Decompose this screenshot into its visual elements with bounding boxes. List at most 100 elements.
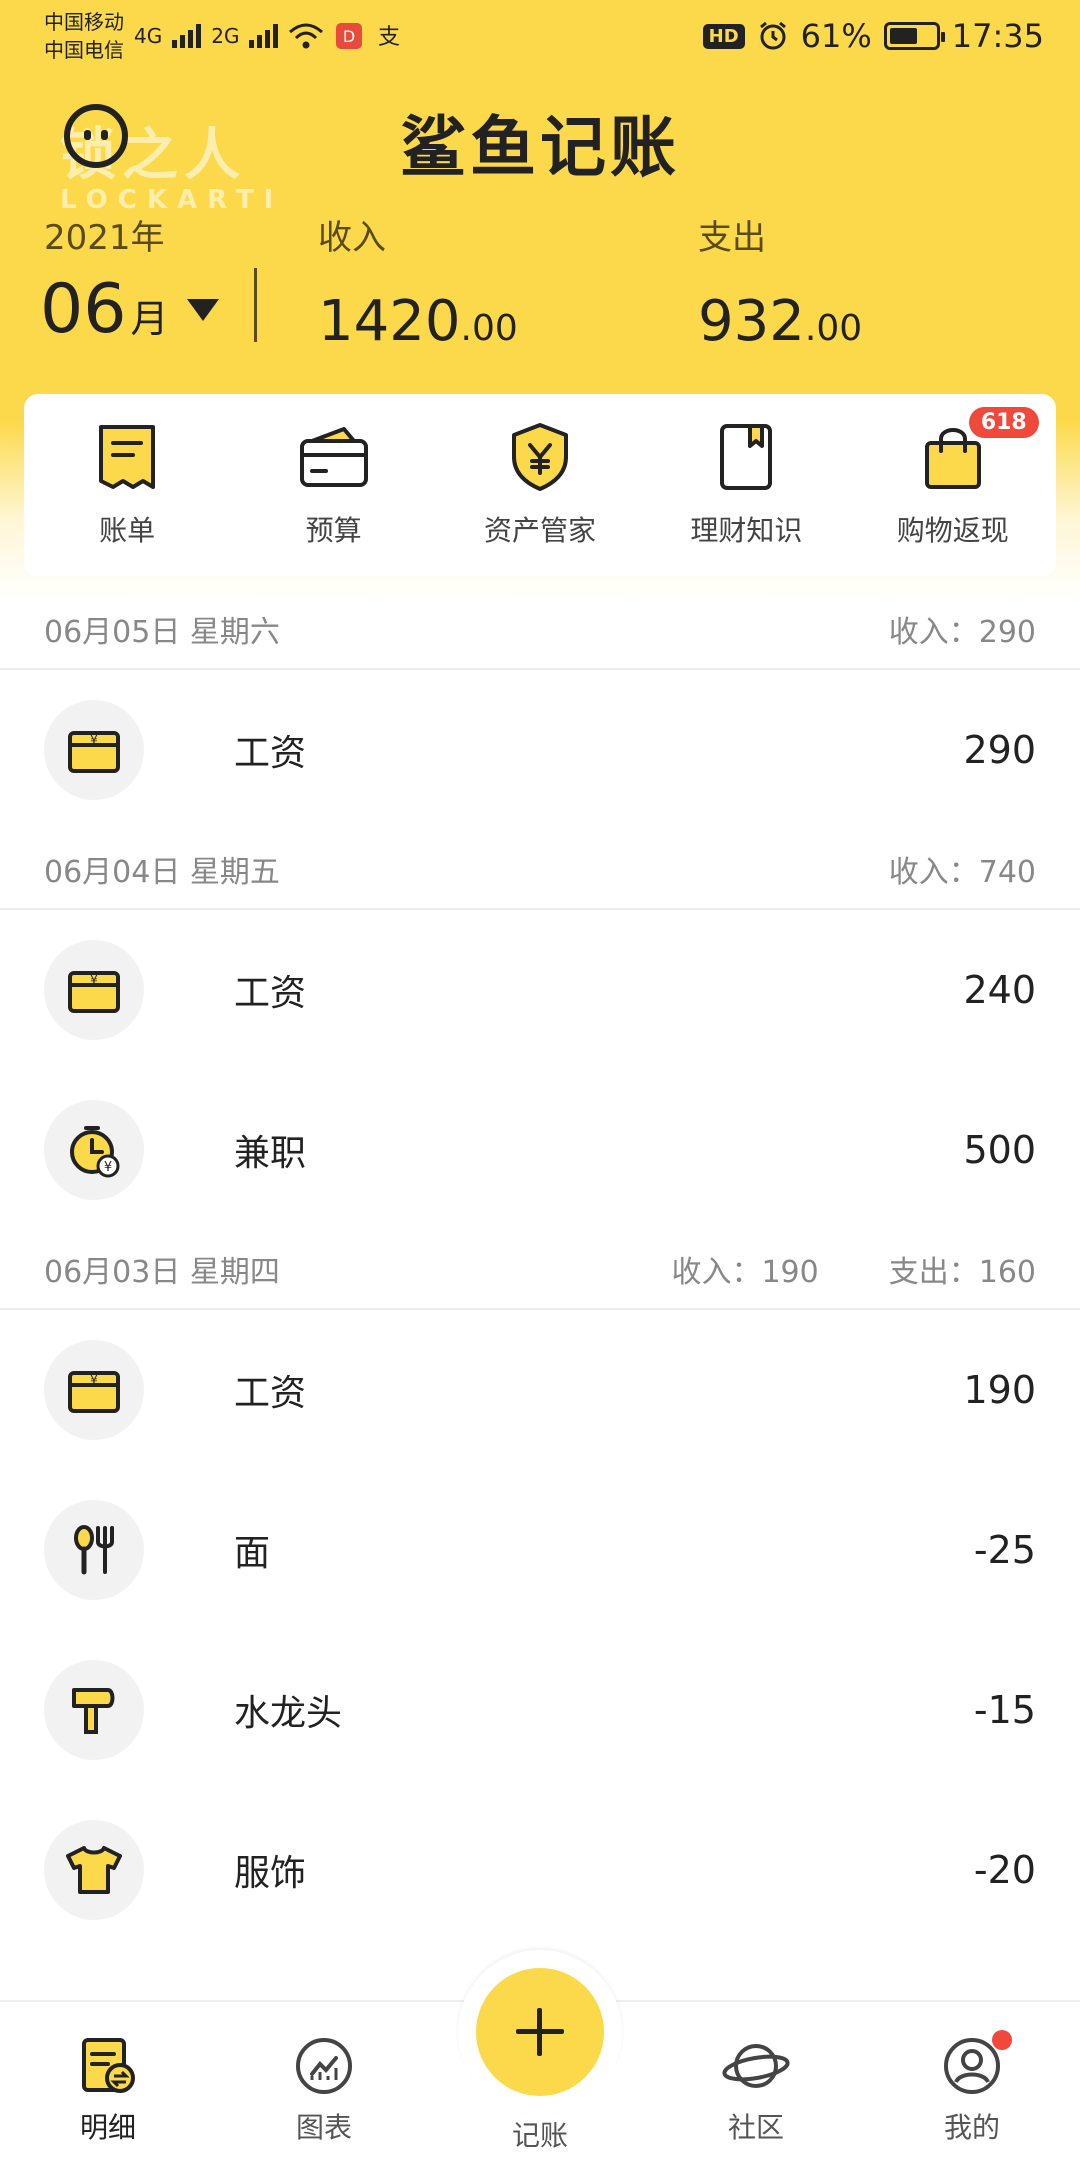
salary-icon: ¥ — [44, 1340, 144, 1440]
transaction-row[interactable]: ¥ 工资 190 — [0, 1310, 1080, 1470]
status-bar: 中国移动 中国电信 4G 2G D 支 HD 61% 17:35 — [0, 0, 1080, 72]
nav-community[interactable]: 社区 — [676, 2036, 836, 2146]
income-dec: .00 — [460, 308, 518, 349]
alarm-icon — [759, 21, 786, 50]
transaction-amount: -20 — [973, 1848, 1036, 1892]
nav-details[interactable]: 明细 — [28, 2036, 188, 2146]
quick-assets-label: 资产管家 — [483, 514, 596, 547]
quick-finance-knowledge-label: 理财知识 — [690, 514, 803, 547]
transaction-amount: -15 — [973, 1688, 1036, 1732]
salary-icon: ¥ — [44, 700, 144, 800]
app-title: 鲨鱼记账 — [400, 109, 680, 186]
transaction-amount: 290 — [963, 728, 1036, 772]
quick-shopping-cashback[interactable]: 618 购物返现 — [863, 407, 1043, 549]
tshirt-icon — [44, 1820, 144, 1920]
carriers: 中国移动 中国电信 — [44, 8, 124, 64]
month-number: 06 — [40, 270, 127, 349]
transaction-row[interactable]: ¥ 兼职 500 — [0, 1070, 1080, 1230]
quick-shopping-cashback-label: 购物返现 — [896, 514, 1009, 547]
income-summary: 收入 1420.00 — [318, 210, 518, 354]
plus-icon — [476, 1968, 604, 2096]
chart-icon — [296, 2038, 352, 2094]
transaction-amount: 500 — [963, 1128, 1036, 1172]
signal-icon — [172, 24, 202, 48]
nav-charts[interactable]: 图表 — [244, 2036, 404, 2146]
day-sums: 收入：740 — [889, 847, 1036, 891]
income-value: 1420.00 — [318, 289, 518, 354]
network-type-2: 2G — [211, 24, 240, 48]
expense-dec: .00 — [804, 308, 863, 349]
alipay-icon: 支 — [378, 25, 400, 50]
wallet-icon — [298, 421, 370, 493]
transaction-name: 工资 — [234, 1373, 307, 1414]
battery-percent: 61% — [800, 17, 872, 55]
day-header: 06月05日 星期六 收入：290 — [0, 590, 1080, 670]
quick-assets[interactable]: 资产管家 — [450, 421, 630, 549]
day-date: 06月04日 星期五 — [44, 855, 280, 890]
transaction-name: 服饰 — [234, 1853, 307, 1894]
year-label: 2021年 — [44, 218, 165, 258]
salary-icon: ¥ — [44, 940, 144, 1040]
battery-fill — [889, 28, 917, 44]
caret-down-icon — [186, 298, 219, 321]
details-icon — [82, 2038, 135, 2093]
day-income: 收入：740 — [888, 855, 1036, 890]
day-income: 收入：290 — [888, 615, 1036, 650]
transaction-list: 06月05日 星期六 收入：290 ¥ 工资 290 06月04日 星期五 收入… — [0, 590, 1080, 1950]
wifi-icon — [289, 23, 324, 49]
hd-icon: HD — [702, 23, 745, 49]
nav-community-label: 社区 — [727, 2111, 784, 2144]
day-date: 06月05日 星期六 — [44, 615, 280, 650]
transaction-amount: -25 — [973, 1528, 1036, 1572]
transaction-amount: 240 — [963, 968, 1036, 1012]
quick-menu: 账单 预算 资产管家 理财知识 618 购物返现 — [24, 394, 1056, 576]
month-unit: 月 — [130, 297, 169, 341]
income-int: 1420 — [318, 289, 461, 354]
quick-budget-label: 预算 — [305, 514, 362, 547]
expense-label: 支出 — [698, 218, 766, 258]
transaction-row[interactable]: 服饰 -20 — [0, 1790, 1080, 1950]
expense-int: 932 — [698, 289, 805, 354]
transaction-name: 兼职 — [234, 1133, 307, 1174]
network-type-1: 4G — [134, 24, 163, 48]
quick-bill[interactable]: 账单 — [37, 421, 217, 549]
day-header: 06月04日 星期五 收入：740 — [0, 830, 1080, 910]
status-left: 中国移动 中国电信 4G 2G D 支 — [44, 8, 404, 64]
status-right: HD 61% 17:35 — [702, 17, 1044, 55]
signal-icon — [249, 24, 279, 48]
day-expense: 支出：160 — [888, 1255, 1036, 1290]
app-notification-icon: D — [336, 23, 363, 49]
expense-summary: 支出 932.00 — [698, 210, 862, 354]
carrier-2: 中国电信 — [44, 38, 124, 62]
planet-icon — [722, 2044, 790, 2088]
nav-mine-label: 我的 — [943, 2111, 1000, 2144]
transaction-row[interactable]: 水龙头 -15 — [0, 1630, 1080, 1790]
cashback-badge: 618 — [968, 407, 1039, 438]
battery-icon — [883, 22, 945, 50]
nav-mine[interactable]: 我的 — [892, 2030, 1052, 2146]
transaction-row[interactable]: 面 -25 — [0, 1470, 1080, 1630]
transaction-row[interactable]: ¥ 工资 290 — [0, 670, 1080, 830]
shield-yen-icon — [504, 421, 576, 493]
nav-details-label: 明细 — [79, 2111, 136, 2144]
clock: 17:35 — [951, 17, 1044, 55]
transaction-name: 水龙头 — [234, 1693, 343, 1734]
quick-finance-knowledge[interactable]: 理财知识 — [656, 421, 836, 549]
month-picker[interactable]: 06 月 — [40, 270, 219, 349]
svg-text:¥: ¥ — [90, 733, 98, 747]
hammer-icon — [44, 1660, 144, 1760]
quick-budget[interactable]: 预算 — [244, 421, 424, 549]
transaction-row[interactable]: ¥ 工资 240 — [0, 910, 1080, 1070]
day-income: 收入：190 — [671, 1255, 819, 1290]
svg-text:¥: ¥ — [90, 973, 98, 987]
expense-value: 932.00 — [698, 289, 862, 354]
clock-yen-icon: ¥ — [44, 1100, 144, 1200]
notification-dot — [992, 2030, 1012, 2050]
add-record-button[interactable] — [458, 1950, 622, 2114]
day-header: 06月03日 星期四 收入：190 支出：160 — [0, 1230, 1080, 1310]
transaction-name: 面 — [234, 1533, 271, 1574]
svg-text:支: 支 — [378, 25, 400, 50]
carrier-1: 中国移动 — [44, 10, 124, 34]
svg-text:¥: ¥ — [90, 1373, 98, 1387]
bill-icon — [91, 421, 163, 493]
